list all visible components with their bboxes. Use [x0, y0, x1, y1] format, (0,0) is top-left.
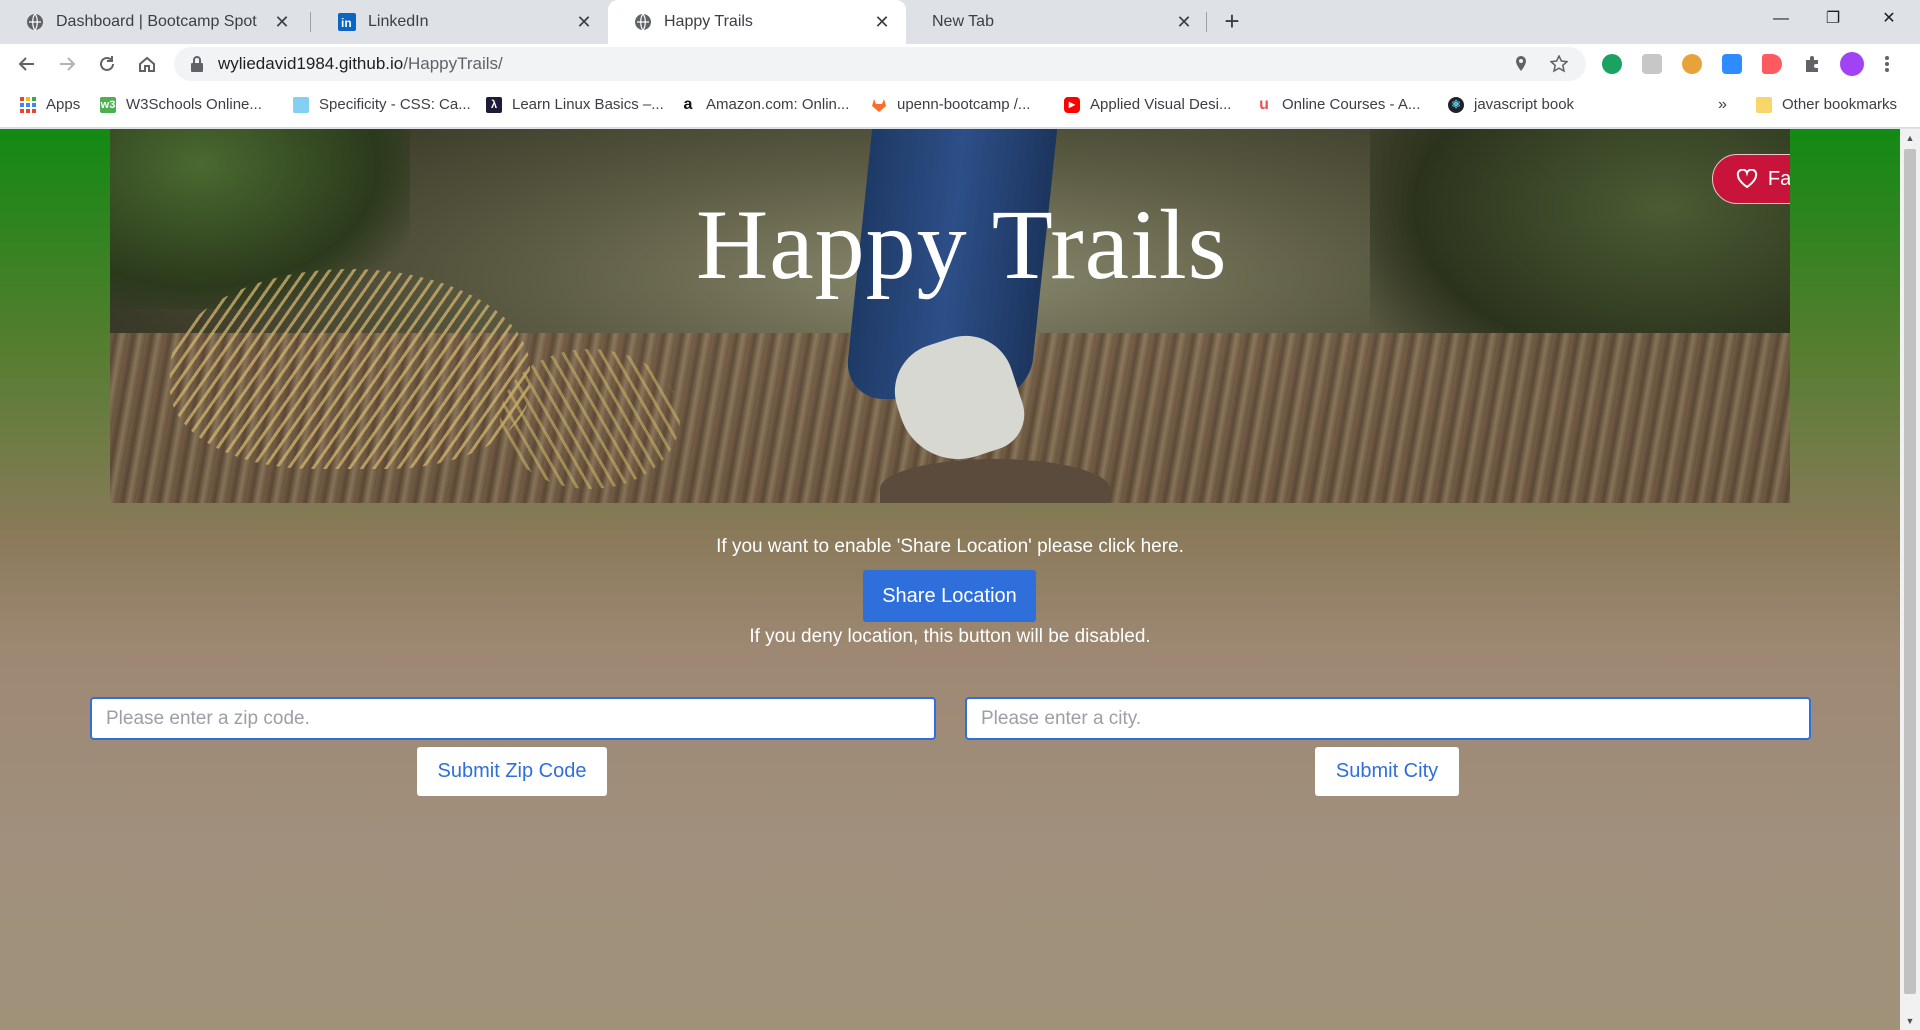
bookmark-label: Amazon.com: Onlin...	[706, 96, 850, 113]
location-pin-icon[interactable]	[1512, 55, 1530, 73]
heart-icon	[1736, 169, 1758, 189]
scroll-down-icon[interactable]: ▼	[1900, 1012, 1920, 1030]
mdn-icon	[293, 96, 309, 113]
bookmark-label: Learn Linux Basics –...	[512, 96, 664, 113]
bookmark-w3schools[interactable]: w3 W3Schools Online...	[100, 96, 262, 113]
tab-close-icon[interactable]: ✕	[272, 12, 292, 32]
tab-close-icon[interactable]: ✕	[1174, 12, 1194, 32]
folder-icon	[1756, 96, 1772, 113]
bookmark-label: Specificity - CSS: Ca...	[319, 96, 471, 113]
tab-close-icon[interactable]: ✕	[574, 12, 594, 32]
linkedin-icon: in	[338, 13, 356, 31]
bookmarks-overflow-button[interactable]: »	[1718, 96, 1727, 114]
lock-icon	[190, 56, 204, 77]
bookmark-label: W3Schools Online...	[126, 96, 262, 113]
tab-linkedin[interactable]: in LinkedIn ✕	[312, 0, 608, 44]
gitlab-icon	[871, 97, 887, 113]
bookmark-youtube[interactable]: ▶ Applied Visual Desi...	[1064, 96, 1231, 113]
forward-button[interactable]	[52, 49, 82, 79]
udemy-icon: u	[1259, 95, 1269, 113]
tab-title: LinkedIn	[368, 13, 429, 30]
favorites-label: Favorites	[1767, 167, 1790, 190]
screencast-extension-icon[interactable]	[1762, 54, 1782, 74]
bookmark-label: Applied Visual Desi...	[1090, 96, 1232, 113]
bookmark-linux[interactable]: λ Learn Linux Basics –...	[486, 96, 664, 113]
tab-title: Dashboard | Bootcamp Spot	[56, 13, 257, 30]
bookmark-specificity[interactable]: Specificity - CSS: Ca...	[293, 96, 471, 113]
submit-zip-button[interactable]: Submit Zip Code	[417, 747, 607, 796]
bookmark-label: Online Courses - A...	[1282, 96, 1421, 113]
owl-extension-icon[interactable]	[1682, 54, 1702, 74]
home-button[interactable]	[132, 49, 162, 79]
tab-happy-trails[interactable]: Happy Trails ✕	[608, 0, 906, 44]
grammarly-extension-icon[interactable]	[1602, 54, 1622, 74]
city-input[interactable]: Please enter a city.	[965, 697, 1811, 740]
tab-title: Happy Trails	[664, 13, 753, 30]
scroll-up-icon[interactable]: ▲	[1900, 129, 1920, 147]
bookmark-amazon[interactable]: a Amazon.com: Onlin...	[680, 95, 850, 114]
linux-icon: λ	[486, 96, 502, 113]
hero-title: Happy Trails	[696, 189, 1228, 300]
share-location-prompt: If you want to enable 'Share Location' p…	[716, 536, 1184, 557]
tab-divider	[1206, 12, 1207, 32]
globe-icon	[26, 13, 44, 31]
share-location-button[interactable]: Share Location	[863, 570, 1036, 622]
page-content: Happy Trails Favorites If you want to en…	[0, 129, 1900, 1030]
tab-title: New Tab	[932, 13, 994, 30]
amazon-icon: a	[683, 95, 693, 113]
tab-strip: Dashboard | Bootcamp Spot ✕ in LinkedIn …	[0, 0, 1920, 44]
submit-city-button[interactable]: Submit City	[1315, 747, 1459, 796]
address-bar[interactable]: wyliedavid1984.github.io/HappyTrails/	[174, 47, 1586, 81]
bookmark-other[interactable]: Other bookmarks	[1756, 96, 1897, 113]
bookmarks-bar: Apps w3 W3Schools Online... Specificity …	[0, 84, 1920, 128]
home-icon	[139, 56, 155, 72]
bookmark-star-icon[interactable]	[1549, 54, 1569, 73]
bookmark-javascript-book[interactable]: ⚛ javascript book	[1448, 96, 1574, 113]
favorites-button[interactable]: Favorites	[1712, 154, 1790, 204]
bookmark-udemy[interactable]: u Online Courses - A...	[1256, 95, 1421, 114]
bookmark-label: javascript book	[1474, 96, 1575, 113]
react-icon: ⚛	[1448, 96, 1464, 113]
globe-icon	[634, 13, 652, 31]
scroll-thumb[interactable]	[1904, 149, 1916, 994]
tab-divider	[310, 12, 311, 32]
tab-close-icon[interactable]: ✕	[872, 12, 892, 32]
bookmark-label: upenn-bootcamp /...	[897, 96, 1031, 113]
tab-bootcamp[interactable]: Dashboard | Bootcamp Spot ✕	[0, 0, 306, 44]
restore-button[interactable]: ❐	[1810, 4, 1856, 34]
back-button[interactable]	[12, 49, 42, 79]
bookmark-apps[interactable]: Apps	[20, 96, 80, 113]
new-tab-button[interactable]: +	[1218, 8, 1246, 36]
back-arrow-icon	[18, 57, 34, 71]
w3schools-icon: w3	[100, 96, 116, 113]
profile-avatar[interactable]	[1840, 52, 1864, 76]
forward-arrow-icon	[60, 57, 76, 71]
extension-icon[interactable]	[1642, 54, 1662, 74]
minimize-button[interactable]: —	[1758, 4, 1804, 34]
bookmark-gitlab[interactable]: upenn-bootcamp /...	[871, 96, 1030, 113]
apps-grid-icon	[20, 96, 36, 113]
bookmark-label: Other bookmarks	[1782, 96, 1898, 113]
deny-location-note: If you deny location, this button will b…	[749, 626, 1151, 647]
page-scrollbar[interactable]: ▲ ▼	[1900, 129, 1920, 1030]
zip-code-input[interactable]: Please enter a zip code.	[90, 697, 936, 740]
svg-text:in: in	[341, 16, 352, 30]
url-text: wyliedavid1984.github.io/HappyTrails/	[218, 54, 503, 73]
puzzle-extensions-icon[interactable]	[1802, 54, 1822, 74]
tab-new-tab[interactable]: New Tab ✕	[906, 0, 1208, 44]
bookmark-label: Apps	[46, 96, 81, 113]
menu-kebab-icon[interactable]	[1884, 54, 1894, 74]
reload-icon	[100, 56, 114, 71]
hero-banner: Happy Trails Favorites	[110, 129, 1790, 503]
browser-toolbar: wyliedavid1984.github.io/HappyTrails/	[0, 44, 1920, 84]
close-window-button[interactable]: ✕	[1866, 4, 1912, 34]
reload-button[interactable]	[92, 49, 122, 79]
zoom-extension-icon[interactable]	[1722, 54, 1742, 74]
youtube-icon: ▶	[1064, 96, 1080, 113]
